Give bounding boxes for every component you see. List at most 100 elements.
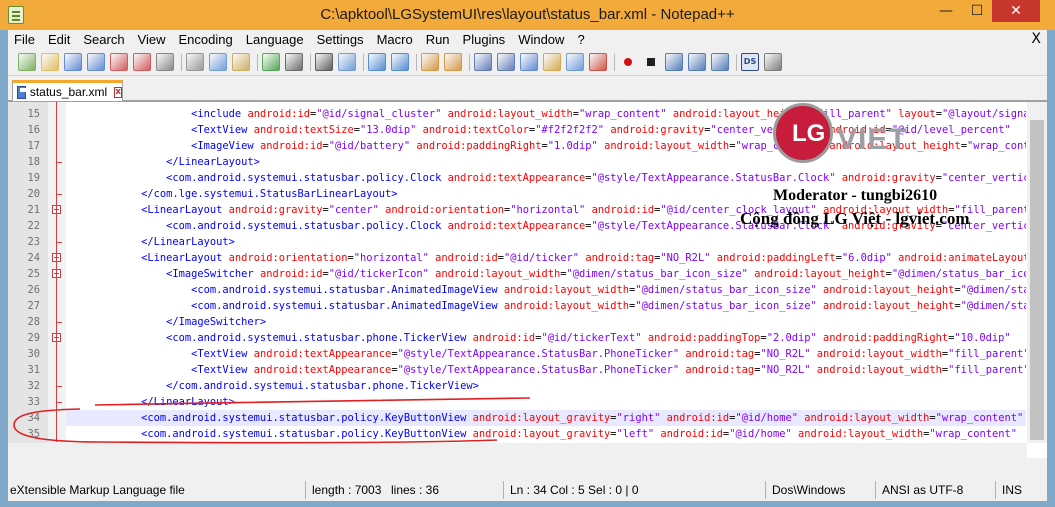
paste-icon[interactable] bbox=[232, 53, 250, 71]
find-icon[interactable] bbox=[315, 53, 333, 71]
tab-status-bar-xml[interactable]: status_bar.xml x bbox=[12, 80, 123, 101]
tab-close-icon[interactable]: x bbox=[114, 86, 122, 98]
xml-value: "NO_R2L" bbox=[760, 348, 811, 360]
xml-tag: <TextView bbox=[191, 348, 254, 360]
xml-attribute: android:layout_gravity bbox=[472, 412, 611, 424]
sync-vertical-icon[interactable] bbox=[421, 53, 439, 71]
xml-attribute: android:layout_width bbox=[503, 284, 630, 296]
watermark-community: Cộng đồng LG Việt - lgviet.com bbox=[740, 209, 970, 228]
xml-attribute: android:animateLayoutChanges bbox=[898, 252, 1026, 264]
function-list-icon[interactable] bbox=[589, 53, 607, 71]
menu-item-plugins[interactable]: Plugins bbox=[457, 32, 513, 47]
line-number: 24 bbox=[27, 252, 40, 264]
xml-attribute: android:tag bbox=[585, 252, 655, 264]
redo-icon[interactable] bbox=[285, 53, 303, 71]
status-separator bbox=[875, 481, 876, 499]
save-macro-icon[interactable] bbox=[711, 53, 729, 71]
code-line[interactable]: <com.android.systemui.statusbar.policy.K… bbox=[66, 426, 1026, 442]
tab-bar: status_bar.xml x bbox=[8, 76, 1047, 101]
replace-icon[interactable] bbox=[338, 53, 356, 71]
code-line[interactable]: <LinearLayout android:orientation="horiz… bbox=[66, 250, 1026, 266]
menu-item-settings[interactable]: Settings bbox=[311, 32, 371, 47]
line-number: 23 bbox=[27, 236, 40, 248]
show-all-chars-icon[interactable] bbox=[497, 53, 515, 71]
xml-value: "fill_parent" bbox=[948, 364, 1026, 376]
menu-item-run[interactable]: Run bbox=[420, 32, 457, 47]
menu-item-view[interactable]: View bbox=[132, 32, 173, 47]
menu-item-macro[interactable]: Macro bbox=[371, 32, 420, 47]
menu-item-help[interactable]: ? bbox=[571, 32, 591, 47]
menu-item-encoding[interactable]: Encoding bbox=[173, 32, 240, 47]
xml-value: "@id/tickerText" bbox=[541, 332, 642, 344]
maximize-button[interactable]: ☐ bbox=[962, 0, 992, 22]
xml-tag: </LinearLayout> bbox=[141, 236, 235, 248]
save-icon[interactable] bbox=[64, 53, 82, 71]
status-eol[interactable]: Dos\Windows bbox=[772, 483, 845, 497]
doc-map-icon[interactable] bbox=[566, 53, 584, 71]
indent-guide-icon[interactable] bbox=[520, 53, 538, 71]
menu-item-search[interactable]: Search bbox=[77, 32, 131, 47]
code-line[interactable]: <com.android.systemui.statusbar.phone.Ti… bbox=[66, 330, 1026, 346]
user-language-icon[interactable] bbox=[543, 53, 561, 71]
close-document-button[interactable]: X bbox=[1031, 31, 1041, 47]
menu-item-edit[interactable]: Edit bbox=[42, 32, 77, 47]
spellcheck-icon[interactable] bbox=[764, 53, 782, 71]
ds-plugin-icon[interactable]: DS bbox=[741, 53, 759, 71]
code-line[interactable]: <ImageSwitcher android:id="@id/tickerIco… bbox=[66, 266, 1026, 282]
code-line[interactable]: </ImageSwitcher> bbox=[66, 314, 1026, 330]
status-insert-mode[interactable]: INS bbox=[1002, 483, 1022, 497]
save-all-icon[interactable] bbox=[87, 53, 105, 71]
undo-icon[interactable] bbox=[262, 53, 280, 71]
line-number: 35 bbox=[27, 428, 40, 440]
current-code-line[interactable]: <com.android.systemui.statusbar.policy.K… bbox=[66, 410, 1026, 426]
fold-margin[interactable] bbox=[48, 102, 66, 458]
xml-value: "wrap_content" bbox=[929, 428, 1017, 440]
close-all-icon[interactable] bbox=[133, 53, 151, 71]
code-line[interactable]: <com.android.systemui.statusbar.Animated… bbox=[66, 282, 1026, 298]
new-file-icon[interactable] bbox=[18, 53, 36, 71]
cut-icon[interactable] bbox=[186, 53, 204, 71]
print-icon[interactable] bbox=[156, 53, 174, 71]
record-macro-icon[interactable] bbox=[619, 53, 637, 71]
status-language: eXtensible Markup Language file bbox=[10, 483, 185, 497]
code-line[interactable]: </com.android.systemui.statusbar.phone.T… bbox=[66, 378, 1026, 394]
word-wrap-icon[interactable] bbox=[474, 53, 492, 71]
xml-attribute: android:layout_height bbox=[823, 284, 955, 296]
line-number: 27 bbox=[27, 300, 40, 312]
play-macro-multiple-icon[interactable] bbox=[688, 53, 706, 71]
zoom-out-icon[interactable] bbox=[391, 53, 409, 71]
menu-item-window[interactable]: Window bbox=[512, 32, 571, 47]
record-macro-icon-glyph bbox=[624, 58, 632, 66]
line-number: 34 bbox=[27, 412, 40, 424]
code-line[interactable]: <TextView android:textAppearance="@style… bbox=[66, 346, 1026, 362]
close-icon[interactable] bbox=[110, 53, 128, 71]
stop-macro-icon[interactable] bbox=[642, 53, 660, 71]
xml-value: "@id/signal_cluster" bbox=[316, 108, 442, 120]
xml-attribute: android:layout_width bbox=[804, 412, 930, 424]
line-number: 17 bbox=[27, 140, 40, 152]
lgviet-watermark: LG VIET Moderator - tungbi2610 Cộng đồng… bbox=[740, 103, 970, 238]
vertical-scrollbar[interactable] bbox=[1027, 102, 1047, 443]
vertical-scroll-thumb[interactable] bbox=[1030, 120, 1044, 440]
menu-item-file[interactable]: File bbox=[8, 32, 42, 47]
line-number: 32 bbox=[27, 380, 40, 392]
menu-item-language[interactable]: Language bbox=[240, 32, 311, 47]
xml-attribute: android:paddingRight bbox=[416, 140, 542, 152]
xml-value: "#f2f2f2f2" bbox=[535, 124, 605, 136]
code-line[interactable]: <com.android.systemui.statusbar.Animated… bbox=[66, 298, 1026, 314]
zoom-in-icon[interactable] bbox=[368, 53, 386, 71]
close-window-button[interactable]: ✕ bbox=[992, 0, 1040, 22]
minimize-button[interactable]: — bbox=[931, 0, 961, 22]
sync-horizontal-icon[interactable] bbox=[444, 53, 462, 71]
xml-attribute: android:gravity bbox=[610, 124, 705, 136]
copy-icon[interactable] bbox=[209, 53, 227, 71]
code-line[interactable]: </LinearLayout> bbox=[66, 394, 1026, 410]
code-line[interactable]: <TextView android:textAppearance="@style… bbox=[66, 362, 1026, 378]
open-file-icon[interactable] bbox=[41, 53, 59, 71]
horizontal-scrollbar[interactable] bbox=[8, 443, 1027, 458]
play-macro-icon[interactable] bbox=[665, 53, 683, 71]
xml-value: "13.0dip" bbox=[360, 124, 417, 136]
status-encoding[interactable]: ANSI as UTF-8 bbox=[882, 483, 963, 497]
xml-tag: </ImageSwitcher> bbox=[166, 316, 267, 328]
